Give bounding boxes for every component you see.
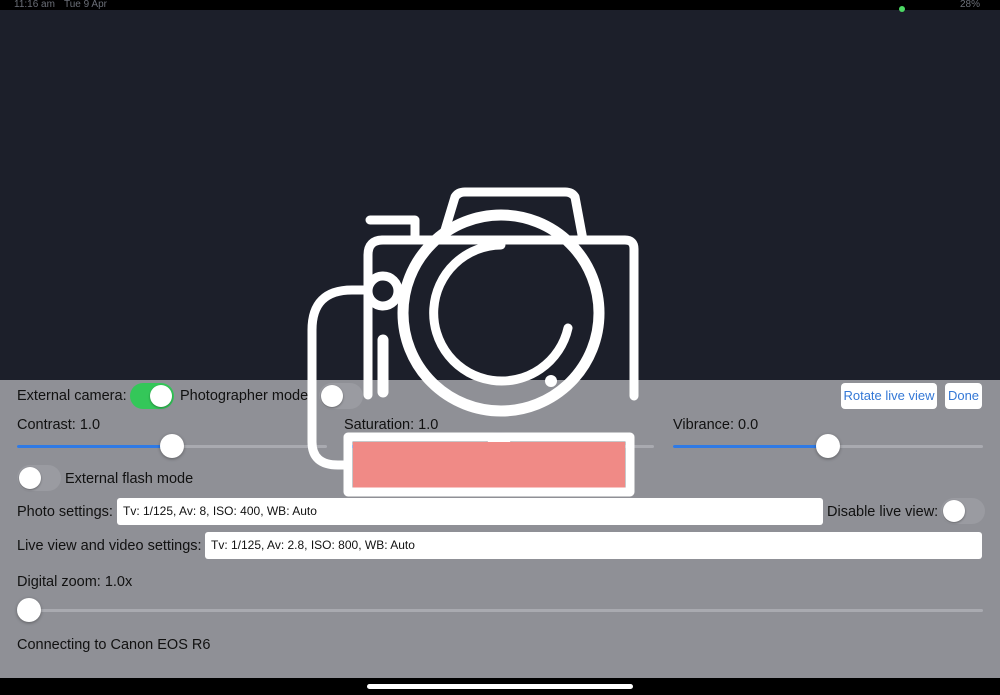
contrast-slider-thumb[interactable]	[160, 434, 184, 458]
photo-settings-label: Photo settings:	[17, 504, 113, 520]
rotate-live-view-button[interactable]: Rotate live view	[841, 383, 937, 409]
status-date: Tue 9 Apr	[64, 0, 107, 10]
digital-zoom-slider-thumb[interactable]	[17, 598, 41, 622]
disable-live-view-label: Disable live view:	[827, 504, 939, 520]
battery-level: 28%	[959, 0, 980, 10]
live-view-settings-field[interactable]: Tv: 1/125, Av: 2.8, ISO: 800, WB: Auto	[205, 532, 982, 559]
overlay-red-block	[353, 442, 625, 494]
camera-icon	[307, 187, 639, 497]
status-time: 11:16 am	[14, 0, 55, 10]
home-indicator[interactable]	[367, 684, 633, 689]
live-view-settings-label: Live view and video settings:	[17, 538, 202, 554]
disable-live-view-toggle[interactable]	[941, 498, 985, 524]
status-bar: 11:16 am Tue 9 Apr 28%	[0, 0, 1000, 12]
done-button[interactable]: Done	[945, 383, 982, 409]
contrast-label: Contrast: 1.0	[17, 417, 101, 433]
external-flash-label: External flash mode	[65, 471, 194, 487]
vibrance-slider[interactable]	[673, 433, 983, 459]
vibrance-label: Vibrance: 0.0	[673, 417, 759, 433]
photo-settings-field[interactable]: Tv: 1/125, Av: 8, ISO: 400, WB: Auto	[117, 498, 823, 525]
digital-zoom-label: Digital zoom: 1.0x	[17, 574, 133, 590]
external-camera-label: External camera:	[17, 388, 127, 404]
vibrance-slider-thumb[interactable]	[816, 434, 840, 458]
connection-status: Connecting to Canon EOS R6	[17, 637, 211, 653]
photographer-mode-label: Photographer mode:	[180, 388, 313, 404]
contrast-slider[interactable]	[17, 433, 327, 459]
digital-zoom-slider[interactable]	[17, 597, 983, 623]
camera-overlay	[300, 180, 640, 500]
external-flash-toggle[interactable]	[17, 465, 61, 491]
external-camera-toggle[interactable]	[130, 383, 174, 409]
recording-indicator-icon	[899, 6, 905, 12]
